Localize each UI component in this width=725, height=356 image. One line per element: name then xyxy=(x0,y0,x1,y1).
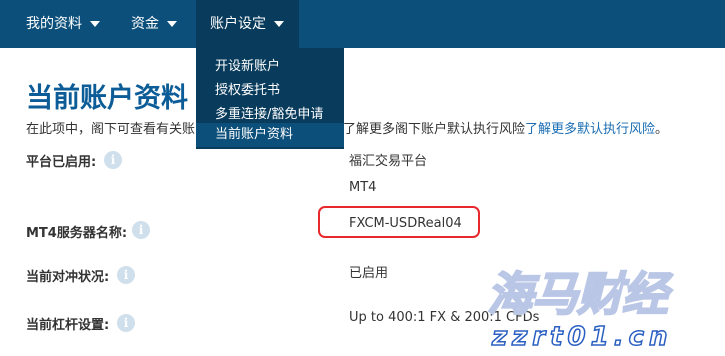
field-value-hedging: 已启用 xyxy=(349,266,389,281)
intro-text: 在此项中，阁下可查看有关账 xyxy=(26,122,196,137)
nav-account-settings[interactable]: 账户设定 xyxy=(196,0,299,48)
chevron-down-icon xyxy=(274,21,284,27)
highlight-box xyxy=(318,206,480,238)
intro-tail-text: 了解更多阁下账户默认执行风险 xyxy=(343,122,526,137)
field-label-server: MT4服务器名称: xyxy=(26,226,128,241)
nav-funds[interactable]: 资金 xyxy=(131,0,177,48)
field-label-platform: 平台已启用: xyxy=(26,155,97,170)
field-label-leverage: 当前杠杆设置: xyxy=(26,318,110,333)
field-value-platform: 福汇交易平台 xyxy=(349,154,428,169)
info-icon[interactable]: i xyxy=(117,266,135,284)
info-icon[interactable]: i xyxy=(117,314,135,332)
menu-item-power-of-attorney[interactable]: 授权委托书 xyxy=(215,79,280,98)
intro-end-punct: 。 xyxy=(655,122,669,137)
info-icon[interactable]: i xyxy=(132,221,150,239)
top-navigation-bar: 我的资料 资金 账户设定 xyxy=(0,0,725,48)
chevron-down-icon xyxy=(90,21,100,27)
page-title: 当前账户资料 xyxy=(26,83,188,114)
chevron-down-icon xyxy=(167,21,177,27)
field-label-hedging: 当前对冲状况: xyxy=(26,270,110,285)
nav-funds-label: 资金 xyxy=(131,16,159,32)
intro-text-tail: 了解更多阁下账户默认执行风险了解更多默认执行风险。 xyxy=(343,118,668,137)
menu-item-current-account-info[interactable]: 当前账户资料 xyxy=(196,123,344,147)
execution-risk-link[interactable]: 了解更多默认执行风险 xyxy=(525,122,655,137)
info-icon[interactable]: i xyxy=(104,151,122,169)
menu-item-open-new-account[interactable]: 开设新账户 xyxy=(215,55,280,74)
field-value-platform-mt4: MT4 xyxy=(349,180,377,195)
watermark-url: zzrt01.cn xyxy=(491,321,673,353)
nav-account-settings-label: 账户设定 xyxy=(210,16,266,32)
nav-my-profile-label: 我的资料 xyxy=(26,16,82,32)
watermark-logo-text: 海马财经 xyxy=(486,266,669,322)
menu-item-multi-connection-waiver[interactable]: 多重连接/豁免申请 xyxy=(215,103,323,122)
account-settings-dropdown: 开设新账户 授权委托书 多重连接/豁免申请 当前账户资料 xyxy=(196,48,344,149)
nav-my-profile[interactable]: 我的资料 xyxy=(26,0,100,48)
